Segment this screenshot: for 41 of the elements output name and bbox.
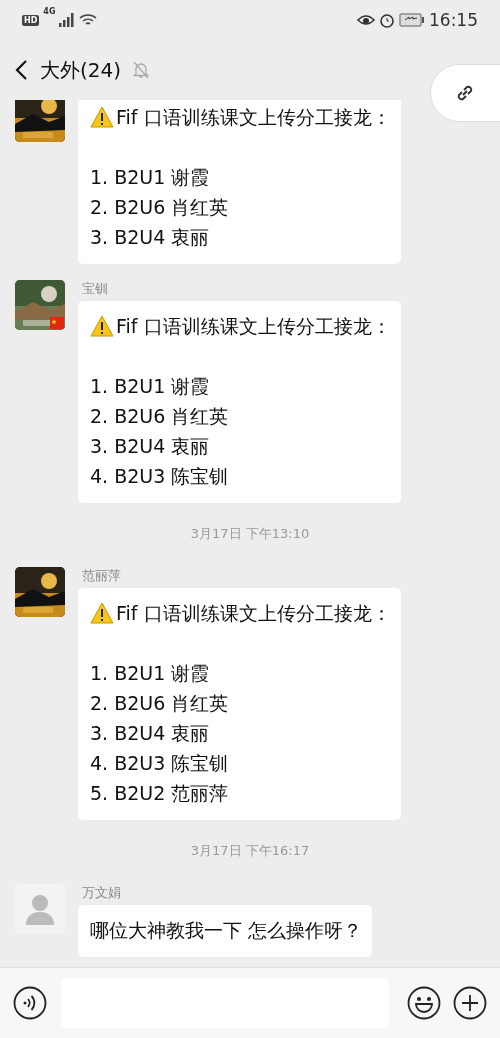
avatar[interactable] <box>15 100 65 142</box>
list-item: 3. B2U4 衷丽 <box>90 721 211 746</box>
list-item: 5. B2U2 范丽萍 <box>90 781 230 806</box>
message-title: Fif 口语训练课文上传分工接龙： <box>116 105 391 130</box>
back-icon[interactable] <box>14 59 28 81</box>
clock-time: 16:15 <box>429 10 478 30</box>
add-icon[interactable] <box>453 986 487 1020</box>
sender-name: 万文娟 <box>81 884 122 902</box>
message-title: Fif 口语训练课文上传分工接龙： <box>116 314 391 339</box>
network-type: 4G <box>43 7 56 16</box>
sender-name: 宝钏 <box>81 280 109 298</box>
list-item: 1. B2U1 谢霞 <box>90 374 211 399</box>
list-item: 4. B2U3 陈宝钏 <box>90 464 230 489</box>
hd-indicator: HD <box>22 14 40 26</box>
battery-icon <box>399 13 425 27</box>
eye-icon <box>357 13 375 27</box>
warning-icon <box>90 602 114 624</box>
list-item: 3. B2U4 衷丽 <box>90 225 211 250</box>
message-bubble: 哪位大神教我一下 怎么操作呀？ <box>78 905 373 957</box>
warning-icon <box>90 106 114 128</box>
list-item: 1. B2U1 谢霞 <box>90 661 211 686</box>
avatar[interactable] <box>15 567 65 617</box>
warning-icon <box>90 315 114 337</box>
list-item: 3. B2U4 衷丽 <box>90 434 211 459</box>
list-item: 1. B2U1 谢霞 <box>90 165 211 190</box>
wifi-icon <box>79 13 98 27</box>
timestamp: 3月17日 下午13:10 <box>190 526 310 541</box>
voice-icon[interactable] <box>13 986 47 1020</box>
message-title: Fif 口语训练课文上传分工接龙： <box>116 601 391 626</box>
avatar[interactable] <box>15 280 65 330</box>
person-icon <box>25 893 55 925</box>
list-item: 2. B2U6 肖红英 <box>90 195 230 220</box>
sender-name: 范丽萍 <box>81 567 122 585</box>
list-item: 2. B2U6 肖红英 <box>90 691 230 716</box>
list-item: 4. B2U3 陈宝钏 <box>90 751 230 776</box>
chat-title: 大外(24) <box>40 56 122 84</box>
list-item: 2. B2U6 肖红英 <box>90 404 230 429</box>
timestamp: 3月17日 下午16:17 <box>190 843 310 858</box>
emoji-icon[interactable] <box>407 986 441 1020</box>
signal-icon <box>59 13 76 27</box>
alarm-icon <box>379 12 395 28</box>
